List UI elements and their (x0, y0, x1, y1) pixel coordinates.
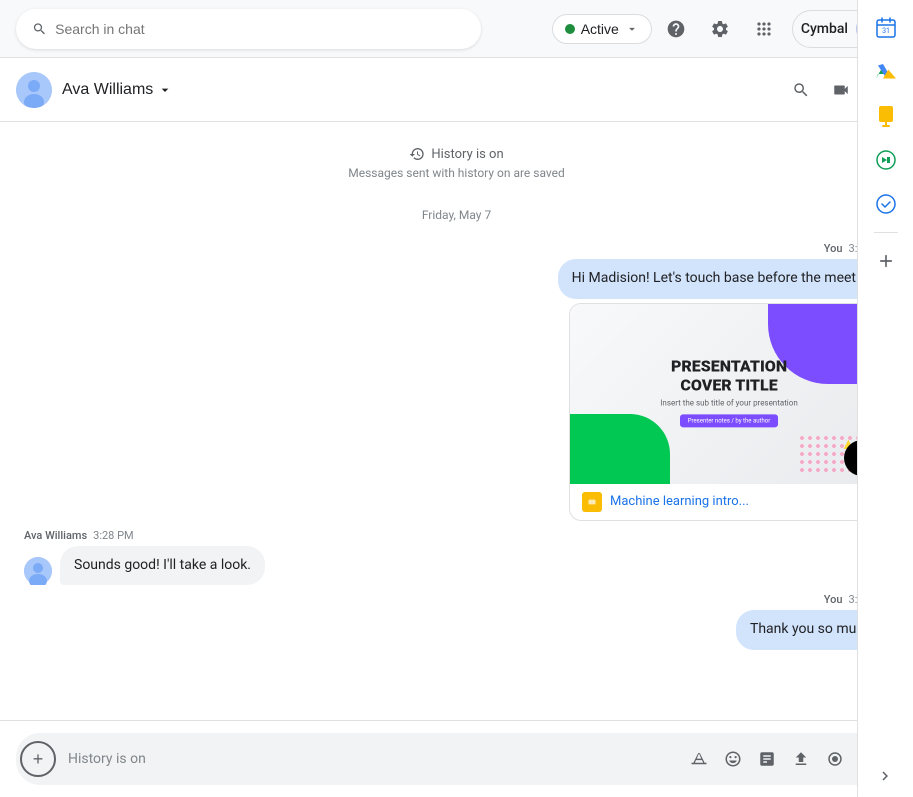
sidebar-tasks[interactable] (866, 184, 906, 224)
attachment-card[interactable]: ▲▲ PRESENTATION COVER TITLE Insert the s… (569, 303, 889, 521)
format-text-button[interactable] (683, 743, 715, 775)
recv-meta-1: Ava Williams 3:28 PM (24, 529, 134, 542)
pres-subtitle: Insert the sub title of your presentatio… (639, 398, 819, 407)
video-icon (832, 81, 850, 99)
sidebar-expand-button[interactable] (857, 767, 913, 785)
keep-icon (874, 104, 898, 128)
chevron-down-icon (625, 22, 639, 36)
sidebar-keep[interactable] (866, 96, 906, 136)
chevron-down-icon (157, 82, 173, 98)
recv-bubble-1: Sounds good! I'll take a look. (60, 546, 265, 586)
top-bar-right: Active Cymbal (552, 9, 897, 49)
history-sub-text: Messages sent with history on are saved (348, 166, 565, 180)
search-box[interactable] (16, 9, 481, 49)
drive-icon (874, 60, 898, 84)
attachment-footer: Machine learning intro... (570, 484, 888, 520)
date-divider: Friday, May 7 (24, 208, 889, 222)
recv-avatar (24, 557, 52, 585)
sidebar-drive[interactable] (866, 52, 906, 92)
history-on-text: History is on (431, 147, 503, 162)
emoji-button[interactable] (717, 743, 749, 775)
pres-main-title: PRESENTATION COVER TITLE (639, 356, 819, 394)
attachment-name: Machine learning intro... (610, 494, 852, 509)
radio-button-icon (826, 750, 844, 768)
input-placeholder: History is on (68, 751, 675, 767)
insert-file-button[interactable] (751, 743, 783, 775)
help-icon (666, 19, 686, 39)
slides-file-icon (585, 495, 599, 509)
right-sidebar: 31 (857, 0, 913, 797)
contact-photo (16, 72, 52, 108)
received-message-1: Ava Williams 3:28 PM Sounds good! I'll t… (24, 529, 889, 586)
svg-text:31: 31 (882, 27, 890, 35)
settings-button[interactable] (700, 9, 740, 49)
apps-button[interactable] (744, 9, 784, 49)
history-on-badge: History is on (409, 146, 503, 162)
add-attachment-button[interactable]: + (20, 741, 56, 777)
input-box: + History is on (16, 733, 897, 785)
gear-icon (710, 19, 730, 39)
top-bar: Active Cymbal (0, 0, 913, 58)
search-input[interactable] (55, 21, 465, 37)
recv-row: Sounds good! I'll take a look. (24, 546, 265, 586)
presentation-bg: ▲▲ PRESENTATION COVER TITLE Insert the s… (570, 304, 888, 484)
chevron-right-icon (876, 767, 894, 785)
search-chat-button[interactable] (783, 72, 819, 108)
input-area: + History is on (0, 720, 913, 797)
contact-avatar-small (24, 557, 52, 585)
help-button[interactable] (656, 9, 696, 49)
text-format-icon (690, 750, 708, 768)
video-call-button[interactable] (823, 72, 859, 108)
sidebar-add-button[interactable] (866, 241, 906, 281)
search-icon (792, 81, 810, 99)
add-icon (876, 251, 896, 271)
upload-icon (792, 750, 810, 768)
active-label: Active (581, 21, 619, 37)
pres-button-mock: Presenter notes / by the author (680, 414, 779, 427)
slides-icon (582, 492, 602, 512)
contact-avatar (16, 72, 52, 108)
sidebar-meet[interactable] (866, 140, 906, 180)
insert-drive-icon (758, 750, 776, 768)
sent-bubble-1: Hi Madision! Let's touch base before the… (558, 259, 889, 299)
pres-title-area: PRESENTATION COVER TITLE Insert the sub … (639, 356, 819, 431)
calendar-icon: 31 (874, 16, 898, 40)
chat-header: Ava Williams (0, 58, 913, 122)
active-dot (565, 24, 575, 34)
sent-message-1: You 3:27 PM Hi Madision! Let's touch bas… (24, 242, 889, 521)
input-actions (683, 743, 885, 775)
cymbal-name: Cymbal (801, 21, 848, 37)
meet-icon (874, 148, 898, 172)
search-icon (32, 21, 47, 37)
attachment-preview: ▲▲ PRESENTATION COVER TITLE Insert the s… (570, 304, 888, 484)
active-status-button[interactable]: Active (552, 14, 652, 44)
sidebar-calendar[interactable]: 31 (866, 8, 906, 48)
history-icon (409, 146, 425, 162)
history-notice: History is on Messages sent with history… (24, 146, 889, 180)
contact-name-button[interactable]: Ava Williams (62, 81, 173, 99)
record-button[interactable] (819, 743, 851, 775)
sent-message-2: You 3:29 PM Thank you so much! (24, 593, 889, 650)
grid-icon (754, 19, 774, 39)
upload-button[interactable] (785, 743, 817, 775)
sidebar-divider (874, 232, 898, 233)
messages-area: History is on Messages sent with history… (0, 122, 913, 720)
emoji-icon (724, 750, 742, 768)
contact-name: Ava Williams (62, 81, 153, 99)
tasks-icon (874, 192, 898, 216)
